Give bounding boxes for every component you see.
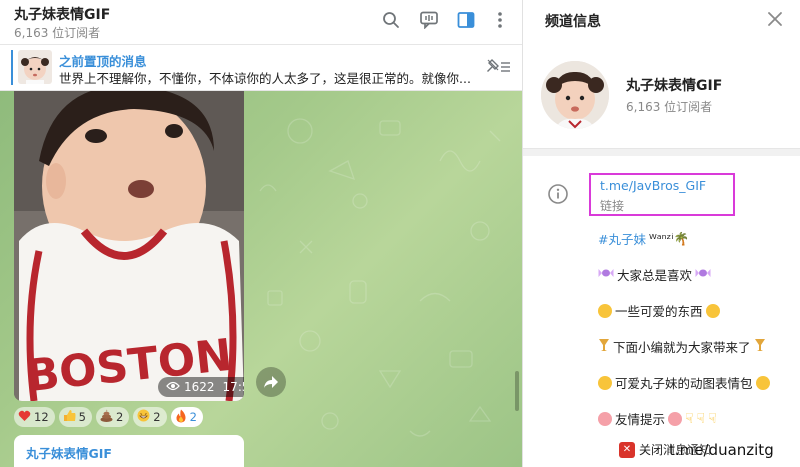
next-message-bubble[interactable]: 丸子妹表情GIF: [14, 435, 244, 467]
description-text: 友情提示: [615, 412, 666, 427]
drink-icon: [598, 338, 610, 355]
fire-icon: [175, 409, 187, 426]
message-time: 17:58: [222, 380, 244, 394]
heart-icon: [18, 410, 31, 425]
info-icon: [547, 183, 569, 205]
reaction-count: 2: [189, 410, 197, 424]
unpin-list-icon[interactable]: [486, 58, 512, 78]
description-text: 下面小编就为大家带来了: [613, 340, 751, 355]
candy-icon: [598, 267, 614, 282]
description-line-2: 大家总是喜欢: [598, 265, 711, 284]
point-down-icon: ☟: [708, 410, 717, 427]
reaction-thumbs-up[interactable]: 5: [58, 407, 92, 427]
hearts-face-icon: [668, 411, 683, 426]
reaction-count: 2: [153, 410, 161, 424]
channel-name: 丸子妹表情GIF: [626, 78, 723, 94]
comments-icon[interactable]: [418, 9, 440, 31]
gif-media[interactable]: BOSTON 1622 17:58: [14, 91, 244, 401]
reactions-row: 12 5 2 2 2: [14, 407, 203, 427]
views-eye-icon: [166, 380, 180, 394]
chat-title[interactable]: 丸子妹表情GIF: [14, 4, 110, 24]
hashtag-link[interactable]: #丸子妹: [598, 229, 646, 248]
close-icon[interactable]: [765, 9, 785, 29]
thumbs-up-icon: [63, 409, 76, 425]
views-count: 1622: [184, 380, 215, 394]
sidebar-toggle-icon[interactable]: [455, 9, 477, 31]
link-highlight-box: t.me/JavBros_GIF 链接: [589, 173, 735, 216]
child-photo: BOSTON: [14, 91, 244, 401]
description-line-6: 友情提示 ☟ ☟ ☟: [598, 409, 717, 428]
grin-icon: [598, 375, 612, 390]
next-message-sender[interactable]: 丸子妹表情GIF: [26, 443, 112, 462]
chat-scrollbar[interactable]: [515, 371, 519, 411]
poop-icon: [100, 409, 113, 425]
description-text: 可爱丸子妹的动图表情包: [615, 376, 753, 391]
bell-off-icon: ✕: [619, 441, 635, 458]
pinned-message-bar[interactable]: 之前置顶的消息 世界上不理解你，不懂你，不体谅你的人太多了，这是很正常的。就像你…: [0, 45, 522, 91]
chat-header: 丸子妹表情GIF 6,163 位订阅者: [0, 0, 522, 45]
channel-info-panel: 频道信息 丸子妹表情GIF 6,163 位订阅者 t.me/JavBros_GI…: [522, 0, 800, 467]
chat-subscribers: 6,163 位订阅者: [14, 26, 101, 40]
point-down-icon: ☟: [696, 410, 706, 427]
reaction-fire[interactable]: 2: [170, 407, 203, 427]
panel-title: 频道信息: [545, 14, 601, 30]
channel-link[interactable]: t.me/JavBros_GIF: [600, 178, 706, 193]
section-divider: [523, 148, 800, 156]
pinned-accent-bar: [11, 50, 13, 85]
media-meta: 1622 17:58: [158, 377, 244, 397]
description-line-4: 下面小编就为大家带来了: [598, 337, 766, 356]
reaction-count: 5: [78, 410, 86, 424]
link-label: 链接: [600, 199, 625, 213]
hearts-face-icon: [598, 411, 612, 426]
share-button[interactable]: [256, 367, 286, 397]
chat-background: BOSTON 1622 17:58 12 5: [0, 91, 522, 467]
pinned-thumbnail: [18, 50, 52, 84]
description-line-1: #丸子妹 ᵂᵃⁿᶻⁱ🌴: [598, 229, 689, 248]
description-text: 大家总是喜欢: [617, 268, 693, 283]
reaction-grin[interactable]: 2: [133, 407, 167, 427]
description-text: ᵂᵃⁿᶻⁱ🌴: [648, 230, 690, 246]
reaction-count: 12: [34, 410, 49, 424]
description-line-3: 一些可爱的东西: [598, 301, 720, 320]
chat-column: 丸子妹表情GIF 6,163 位订阅者 之前置顶的消息 世界上不理解你，不懂你，…: [0, 0, 522, 467]
smile-icon: [705, 303, 720, 318]
watermark: t.me/duanzitg: [669, 441, 774, 459]
description-text: 一些可爱的东西: [615, 304, 703, 319]
reaction-poop[interactable]: 2: [95, 407, 130, 427]
pinned-text: 世界上不理解你，不懂你，不体谅你的人太多了，这是很正常的。就像你...: [59, 71, 471, 86]
search-icon[interactable]: [380, 9, 402, 31]
drink-icon: [754, 338, 766, 355]
share-arrow-icon: [264, 376, 278, 388]
reaction-count: 2: [115, 410, 124, 424]
smile-icon: [598, 303, 612, 318]
candy-icon: [695, 267, 711, 282]
channel-subscribers: 6,163 位订阅者: [626, 100, 713, 114]
grin-icon: [755, 375, 770, 390]
point-down-icon: ☟: [685, 410, 694, 427]
more-vertical-icon[interactable]: [489, 9, 511, 31]
grin-icon: [137, 409, 150, 425]
channel-avatar[interactable]: [541, 61, 609, 129]
description-line-5: 可爱丸子妹的动图表情包: [598, 373, 770, 392]
reaction-heart[interactable]: 12: [14, 407, 55, 427]
